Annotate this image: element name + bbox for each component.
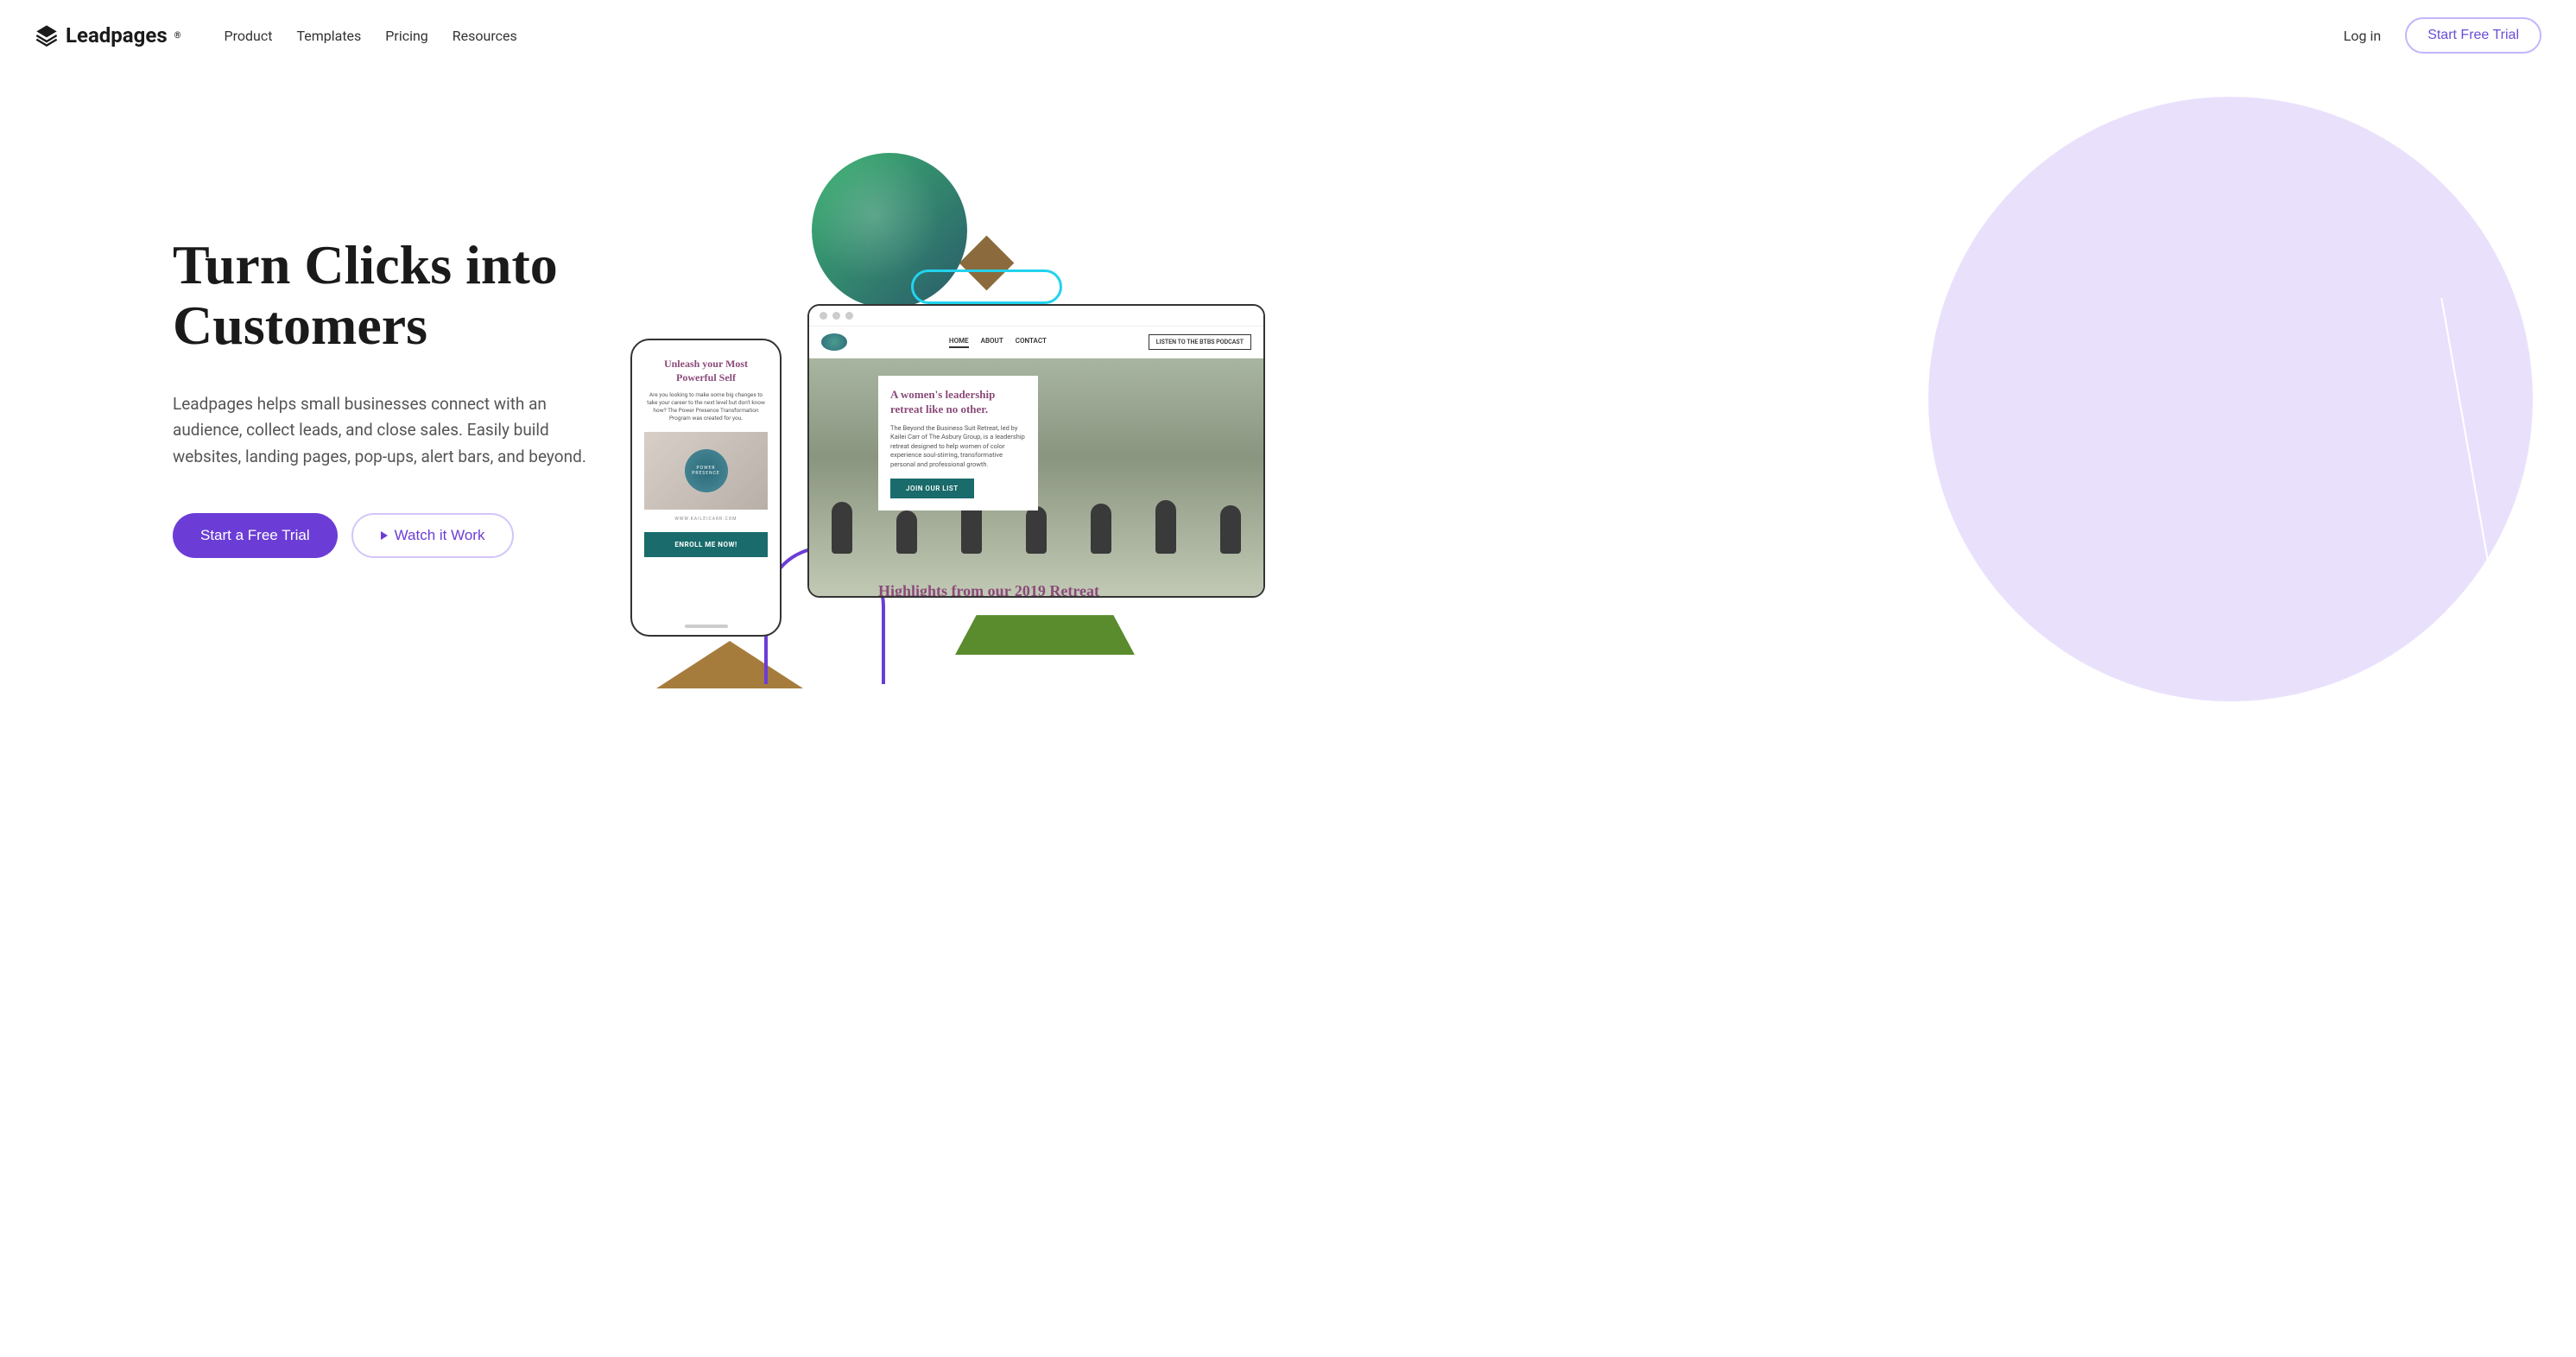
mobile-badge-line2: PRESENCE [692, 471, 720, 476]
logo[interactable]: Leadpages ® [35, 23, 181, 48]
mockup-nav-links: HOME ABOUT CONTACT [949, 337, 1047, 348]
logo-trademark: ® [174, 31, 181, 41]
browser-dot [820, 312, 827, 320]
person-icon [1155, 500, 1176, 554]
mockup-card: A women's leadership retreat like no oth… [878, 376, 1038, 510]
main-nav: Product Templates Pricing Resources [225, 28, 517, 44]
nav-product[interactable]: Product [225, 28, 273, 44]
mobile-handle [685, 625, 728, 628]
start-trial-button-header[interactable]: Start Free Trial [2405, 17, 2541, 54]
mobile-text: Are you looking to make some big changes… [644, 391, 768, 422]
login-link[interactable]: Log in [2344, 28, 2381, 44]
mockup-logo [821, 333, 847, 351]
mobile-url: WWW.KAILEICARR.COM [644, 517, 768, 522]
mobile-mockup: Unleash your Most Powerful Self Are you … [630, 339, 782, 637]
mockup-nav: HOME ABOUT CONTACT LISTEN TO THE BTBS PO… [809, 327, 1263, 358]
browser-dot [845, 312, 853, 320]
nav-pricing[interactable]: Pricing [385, 28, 428, 44]
logo-icon [35, 23, 59, 48]
play-icon [381, 531, 388, 540]
person-icon [1091, 504, 1111, 554]
mockup-card-button: JOIN OUR LIST [890, 479, 974, 498]
site-header: Leadpages ® Product Templates Pricing Re… [0, 0, 2576, 71]
nav-templates[interactable]: Templates [296, 28, 361, 44]
nav-resources[interactable]: Resources [453, 28, 517, 44]
mobile-image: POWER PRESENCE [644, 432, 768, 510]
mockup-content: A women's leadership retreat like no oth… [809, 358, 1263, 598]
person-icon [832, 502, 852, 554]
decorative-pill-cyan [911, 269, 1062, 304]
mockup-nav-contact: CONTACT [1016, 337, 1047, 348]
mobile-title: Unleash your Most Powerful Self [644, 358, 768, 384]
header-right: Log in Start Free Trial [2344, 17, 2541, 54]
mockup-nav-button: LISTEN TO THE BTBS PODCAST [1149, 334, 1251, 350]
person-icon [896, 510, 917, 554]
mockup-card-text: The Beyond the Business Suit Retreat, le… [890, 424, 1026, 470]
watch-it-work-label: Watch it Work [395, 527, 485, 544]
header-left: Leadpages ® Product Templates Pricing Re… [35, 23, 517, 48]
mockup-card-title: A women's leadership retreat like no oth… [890, 388, 1026, 417]
hero-content: Turn Clicks into Customers Leadpages hel… [173, 123, 622, 727]
decorative-diamond-green [955, 615, 1135, 655]
person-icon [1026, 506, 1047, 554]
person-icon [1220, 505, 1241, 554]
hero-title: Turn Clicks into Customers [173, 235, 622, 357]
mobile-badge: POWER PRESENCE [685, 449, 728, 492]
hero-buttons: Start a Free Trial Watch it Work [173, 513, 622, 558]
decorative-circle-bg [1928, 97, 2533, 701]
mockup-highlights: Highlights from our 2019 Retreat [878, 582, 1099, 598]
logo-text: Leadpages [66, 23, 168, 48]
hero-description: Leadpages helps small businesses connect… [173, 391, 596, 470]
browser-chrome [809, 306, 1263, 327]
hero-visual: HOME ABOUT CONTACT LISTEN TO THE BTBS PO… [622, 123, 2576, 727]
start-free-trial-button[interactable]: Start a Free Trial [173, 513, 338, 558]
hero-section: Turn Clicks into Customers Leadpages hel… [0, 71, 2576, 727]
mockup-nav-about: ABOUT [981, 337, 1003, 348]
mobile-button: ENROLL ME NOW! [644, 532, 768, 557]
browser-dot [832, 312, 840, 320]
browser-mockup: HOME ABOUT CONTACT LISTEN TO THE BTBS PO… [807, 304, 1265, 598]
mockup-nav-home: HOME [949, 337, 969, 348]
watch-it-work-button[interactable]: Watch it Work [351, 513, 515, 558]
